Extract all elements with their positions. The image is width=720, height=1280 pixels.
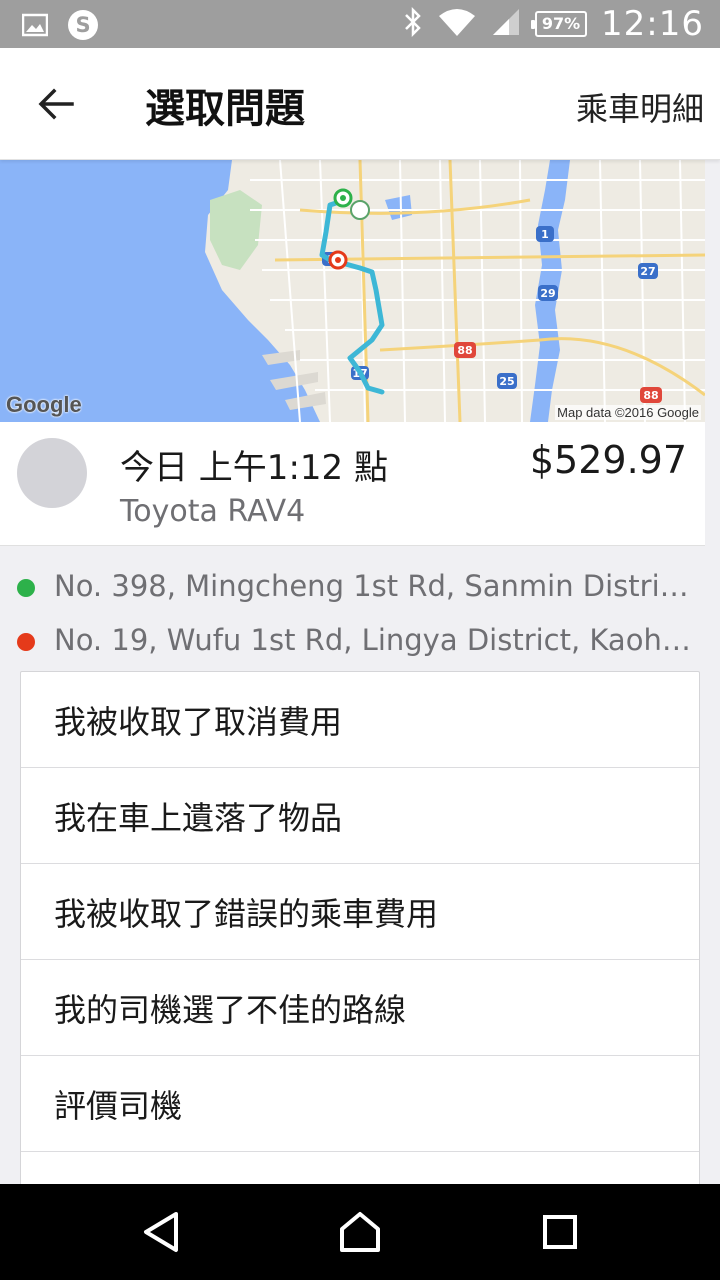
trip-fare: $529.97 [529, 438, 687, 482]
image-icon [21, 13, 49, 41]
page-title: 選取問題 [145, 86, 305, 132]
nav-back-button[interactable] [136, 1208, 184, 1256]
system-nav-bar [0, 1184, 720, 1280]
dropoff-dot-icon [17, 633, 35, 651]
svg-text:88: 88 [457, 344, 472, 357]
home-icon [340, 1212, 380, 1252]
dropoff-address-row: No. 19, Wufu 1st Rd, Lingya District, Ka… [0, 609, 705, 663]
issue-list: 我被收取了取消費用 我在車上遺落了物品 我被收取了錯誤的乘車費用 我的司機選了不… [20, 671, 700, 1191]
dropoff-address: No. 19, Wufu 1st Rd, Lingya District, Ka… [54, 623, 694, 657]
trip-summary: 今日 上午1:12 點 $529.97 Toyota RAV4 [0, 422, 705, 546]
trip-detail-button[interactable]: 乘車明細 [576, 84, 704, 130]
map-attribution: Map data ©2016 Google [555, 405, 701, 420]
back-button[interactable] [28, 78, 84, 130]
svg-text:29: 29 [540, 287, 555, 300]
google-logo: Google [6, 392, 82, 417]
issue-wrong-fare[interactable]: 我被收取了錯誤的乘車費用 [21, 864, 699, 960]
issue-lost-item[interactable]: 我在車上遺落了物品 [21, 768, 699, 864]
vehicle-model: Toyota RAV4 [120, 494, 306, 529]
svg-text:88: 88 [643, 389, 658, 402]
pickup-address: No. 398, Mingcheng 1st Rd, Sanmin Distri… [54, 569, 694, 603]
issue-bad-route[interactable]: 我的司機選了不佳的路線 [21, 960, 699, 1056]
square-recents-icon [543, 1215, 577, 1249]
pickup-address-row: No. 398, Mingcheng 1st Rd, Sanmin Distri… [0, 555, 705, 609]
clock: 12:16 [601, 4, 704, 44]
svg-text:S: S [75, 13, 90, 37]
signal-icon [491, 7, 521, 41]
nav-recents-button[interactable] [536, 1208, 584, 1256]
issue-cancellation-fee[interactable]: 我被收取了取消費用 [21, 672, 699, 768]
svg-text:25: 25 [499, 375, 514, 388]
trip-map[interactable]: 1 27 29 88 25 88 1 17 Google Map data ©2… [0, 160, 705, 422]
status-bar: S 97% 12:16 [0, 0, 720, 48]
wifi-icon [437, 6, 477, 42]
map-canvas: 1 27 29 88 25 88 1 17 [0, 160, 705, 422]
trip-addresses: No. 398, Mingcheng 1st Rd, Sanmin Distri… [0, 547, 705, 667]
issue-rate-driver[interactable]: 評價司機 [21, 1056, 699, 1152]
trip-time: 今日 上午1:12 點 [120, 448, 388, 488]
triangle-back-icon [144, 1212, 178, 1252]
nav-home-button[interactable] [336, 1208, 384, 1256]
battery-icon: 97% [531, 11, 588, 37]
bluetooth-icon [403, 6, 423, 41]
svg-text:1: 1 [541, 228, 549, 241]
skype-icon: S [66, 8, 100, 46]
app-bar: 選取問題 乘車明細 [0, 48, 720, 160]
screen: S 97% 12:16 選取問題 乘車明細 1 27 29 88 25 88 1… [0, 0, 720, 1280]
svg-text:27: 27 [640, 265, 655, 278]
arrow-back-icon [38, 88, 74, 120]
pickup-dot-icon [17, 579, 35, 597]
driver-avatar [17, 438, 87, 508]
